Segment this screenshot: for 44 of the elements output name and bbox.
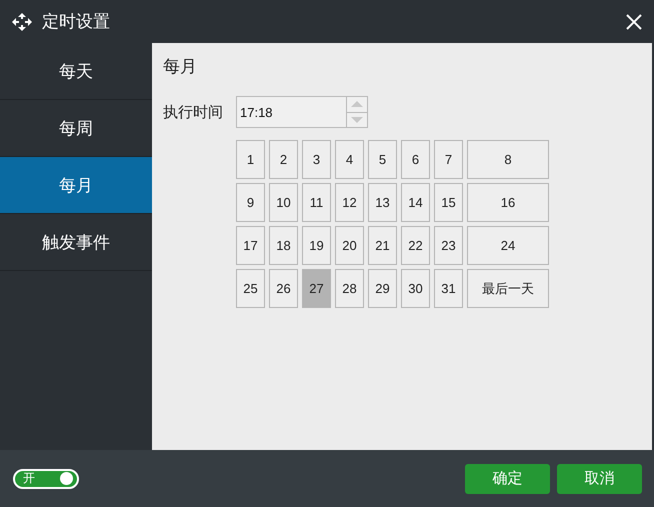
day-button[interactable]: 13 xyxy=(368,183,397,222)
day-button[interactable]: 4 xyxy=(335,140,364,179)
day-button[interactable]: 25 xyxy=(236,269,265,308)
time-label: 执行时间 xyxy=(163,102,224,122)
day-button[interactable]: 23 xyxy=(434,226,463,265)
day-button[interactable]: 29 xyxy=(368,269,397,308)
day-button[interactable]: 14 xyxy=(401,183,430,222)
close-icon[interactable] xyxy=(626,14,642,30)
sidebar-item[interactable]: 每月 xyxy=(0,157,152,214)
confirm-button[interactable]: 确定 xyxy=(465,464,550,494)
cancel-button[interactable]: 取消 xyxy=(557,464,642,494)
day-button[interactable]: 28 xyxy=(335,269,364,308)
day-button[interactable]: 16 xyxy=(467,183,549,222)
day-button[interactable]: 26 xyxy=(269,269,298,308)
day-button[interactable]: 最后一天 xyxy=(467,269,549,308)
day-button[interactable]: 18 xyxy=(269,226,298,265)
day-button[interactable]: 12 xyxy=(335,183,364,222)
day-button[interactable]: 15 xyxy=(434,183,463,222)
toggle-switch[interactable]: 开 xyxy=(13,468,79,488)
day-button[interactable]: 11 xyxy=(302,183,331,222)
day-button[interactable]: 5 xyxy=(368,140,397,179)
day-button[interactable]: 30 xyxy=(401,269,430,308)
day-button[interactable]: 17 xyxy=(236,226,265,265)
day-button[interactable]: 22 xyxy=(401,226,430,265)
day-button[interactable]: 2 xyxy=(269,140,298,179)
time-spinbox[interactable]: 17:18 xyxy=(236,96,368,128)
day-button[interactable]: 6 xyxy=(401,140,430,179)
day-button[interactable]: 10 xyxy=(269,183,298,222)
down-triangle-icon xyxy=(351,116,363,123)
day-button[interactable]: 21 xyxy=(368,226,397,265)
day-button[interactable]: 24 xyxy=(467,226,549,265)
day-button[interactable]: 19 xyxy=(302,226,331,265)
day-button[interactable]: 7 xyxy=(434,140,463,179)
day-button[interactable]: 31 xyxy=(434,269,463,308)
day-button[interactable]: 1 xyxy=(236,140,265,179)
day-button[interactable]: 27 xyxy=(302,269,331,308)
day-button[interactable]: 8 xyxy=(467,140,549,179)
day-button[interactable]: 9 xyxy=(236,183,265,222)
up-triangle-icon xyxy=(351,101,363,108)
window-title: 定时设置 xyxy=(42,11,111,33)
day-button[interactable]: 20 xyxy=(335,226,364,265)
panel-heading: 每月 xyxy=(163,56,198,78)
arrows-icon xyxy=(12,12,32,30)
day-button[interactable]: 3 xyxy=(302,140,331,179)
